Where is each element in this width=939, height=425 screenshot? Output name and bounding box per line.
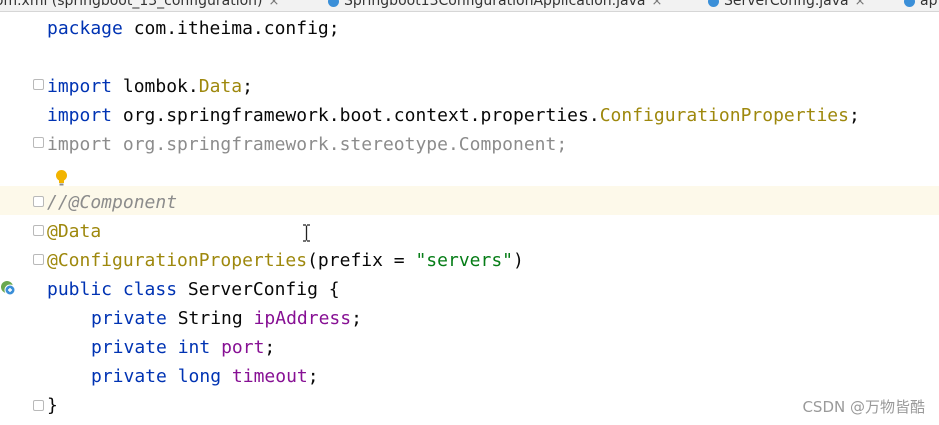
field-name: timeout [231,366,308,387]
annotation-args-open: (prefix = [307,250,416,271]
java-file-icon [328,0,339,7]
tab-pom-xml-label: pom.xml (springboot_13_configuration) [0,0,263,9]
fold-marker-icon[interactable] [33,254,44,265]
code-line-field-port: private int port; [91,333,275,362]
code-line-comment: //@Component [47,192,178,213]
semicolon: ; [848,105,860,126]
code-line-field-timeout: private long timeout; [91,362,319,391]
semicolon: ; [264,337,276,358]
semicolon: ; [351,308,362,329]
imported-class: Data [198,76,243,97]
fold-marker-icon[interactable] [33,137,44,148]
text-cursor-icon [303,224,310,242]
tab-overflow-label: ap [920,0,938,9]
tab-application-java-label: Springboot13ConfigurationApplication.jav… [344,0,646,9]
java-file-icon [904,0,915,7]
imported-class: ConfigurationProperties [599,105,849,126]
class-name: ServerConfig { [177,279,340,300]
close-icon[interactable]: × [269,0,280,9]
code-line-import-configprops: import org.springframework.boot.context.… [47,101,860,130]
import-path: lombok. [112,76,199,97]
editor-tab-bar: pom.xml (springboot_13_configuration) × S… [0,0,939,12]
keyword-package: package [47,18,123,39]
watermark: CSDN @万物皆酷 [802,398,925,416]
fold-marker-icon[interactable] [33,225,44,236]
semicolon: ; [307,366,319,387]
tab-overflow[interactable]: ap [904,0,937,11]
tab-serverconfig-java-label: ServerConfig.java [724,0,849,9]
annotation-name: @ConfigurationProperties [47,250,308,271]
fold-marker-icon[interactable] [33,196,44,207]
close-icon[interactable]: × [651,0,662,9]
annotation-args-close: ) [513,250,524,271]
field-name: ipAddress [253,308,352,329]
keyword-import: import [47,76,113,97]
keyword-private-long: private long [91,366,222,387]
keyword-public-class: public class [47,279,178,300]
code-line-import-lombok: import lombok.Data; [47,72,253,101]
semicolon: ; [242,76,253,97]
string-literal: "servers" [415,250,514,271]
java-file-icon [708,0,719,7]
close-icon[interactable]: × [855,0,866,9]
fold-marker-icon[interactable] [33,79,44,90]
code-line-package: package com.itheima.config; [47,14,340,43]
code-line-annotation-data: @Data [47,221,102,242]
code-editor[interactable]: package com.itheima.config; import lombo… [0,12,939,425]
code-line-class-close: } [47,395,58,416]
keyword-private-int: private int [91,337,211,358]
tab-serverconfig-java[interactable]: ServerConfig.java × [708,0,895,11]
code-line-field-ipaddress: private String ipAddress; [91,304,362,333]
lightbulb-icon[interactable] [55,169,68,187]
tab-application-java[interactable]: Springboot13ConfigurationApplication.jav… [328,0,662,11]
field-type: String [166,308,254,329]
code-line-import-component-unused: import org.springframework.stereotype.Co… [47,134,568,155]
import-path: org.springframework.boot.context.propert… [112,105,600,126]
code-line-class-declaration: public class ServerConfig { [47,275,340,304]
package-name: com.itheima.config; [122,18,340,39]
field-name: port [221,337,265,358]
fold-marker-icon[interactable] [33,400,44,411]
keyword-private: private [91,308,167,329]
spring-bean-gutter-icon[interactable] [0,280,16,296]
tab-pom-xml[interactable]: pom.xml (springboot_13_configuration) × [0,0,279,11]
code-line-annotation-configprops: @ConfigurationProperties(prefix = "serve… [47,246,524,275]
keyword-import: import [47,105,113,126]
